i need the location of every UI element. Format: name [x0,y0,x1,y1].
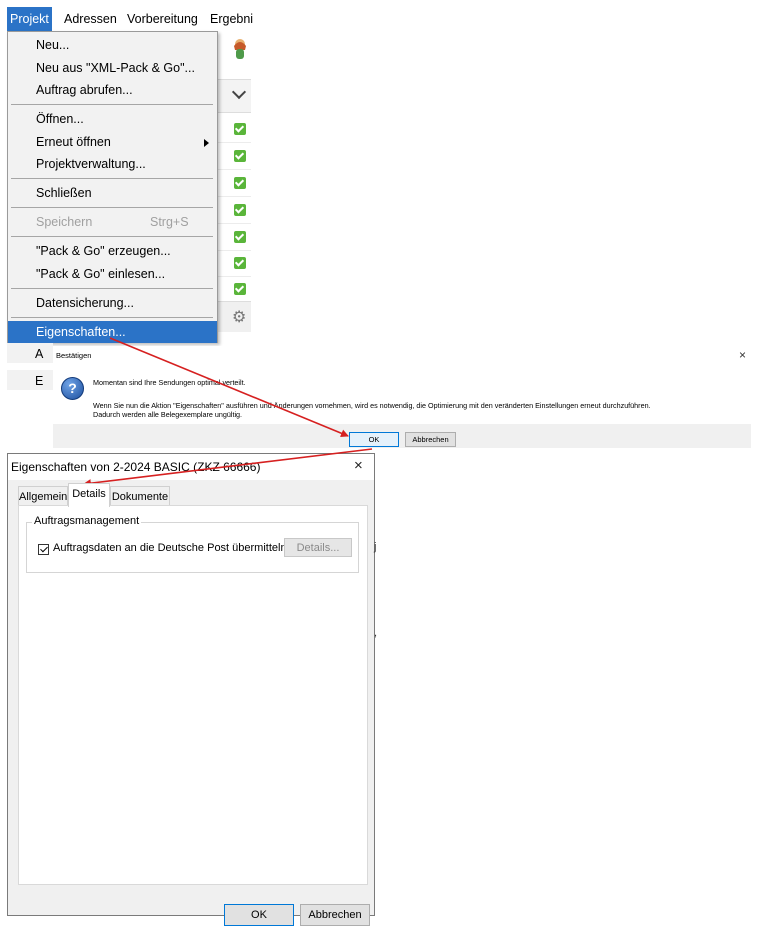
menu-vorbereitung[interactable]: Vorbereitung [124,7,201,31]
list-item [218,170,251,197]
group-label: Auftragsmanagement [32,515,142,527]
menu-item-pack-go-einlesen[interactable]: "Pack & Go" einlesen... [8,263,217,285]
tab-panel-details: Auftragsmanagement Auftragsdaten an die … [18,505,368,885]
checkmark-icon [234,231,246,243]
menu-separator [11,288,213,289]
checkmark-icon [234,204,246,216]
dialog-titlebar: Bestätigen × [53,346,751,366]
menu-separator [11,236,213,237]
menu-item-auftrag-abrufen[interactable]: Auftrag abrufen... [8,79,217,101]
menu-item-label: Speichern [36,215,93,229]
menu-ergebnisse[interactable]: Ergebni [207,7,256,31]
dialog-message: Wenn Sie nun die Aktion "Eigenschaften" … [93,401,651,410]
list-item [218,250,251,277]
checkmark-icon [234,257,246,269]
tab-details[interactable]: Details [68,483,110,507]
list-item [218,143,251,170]
menu-adressen[interactable]: Adressen [61,7,120,31]
checkmark-icon [234,150,246,162]
menu-item-pack-go-erzeugen[interactable]: "Pack & Go" erzeugen... [8,240,217,262]
dialog-titlebar: Eigenschaften von 2-2024 BASIC (ZKZ 6666… [8,454,374,480]
properties-dialog: Eigenschaften von 2-2024 BASIC (ZKZ 6666… [7,453,375,926]
submenu-arrow-icon [204,139,209,147]
menu-item-partial[interactable]: E [7,370,53,390]
menu-item-eigenschaften[interactable]: Eigenschaften... [8,321,217,343]
menu-separator [11,178,213,179]
menu-separator [11,104,213,105]
menu-item-projektverwaltung[interactable]: Projektverwaltung... [8,153,217,175]
dialog-message: Momentan sind Ihre Sendungen optimal ver… [93,378,246,387]
dialog-title: Eigenschaften von 2-2024 BASIC (ZKZ 6666… [11,460,261,474]
dialog-body: ? Momentan sind Ihre Sendungen optimal v… [53,366,751,424]
close-icon[interactable]: × [354,457,363,474]
gear-icon[interactable]: ⚙ [232,307,246,327]
menu-separator [11,317,213,318]
background-app-strip: ⚙ [218,31,251,343]
list-item [218,276,251,303]
checkbox-label[interactable]: Auftragsdaten an die Deutsche Post überm… [53,542,287,554]
list-header [218,79,251,113]
tab-allgemein[interactable]: Allgemein [18,486,68,506]
menu-item-datensicherung[interactable]: Datensicherung... [8,292,217,314]
close-icon[interactable]: × [739,348,746,362]
menu-item-speichern[interactable]: Speichern Strg+S [8,211,217,233]
cancel-button[interactable]: Abbrechen [405,432,456,447]
menu-item-partial[interactable]: A [7,343,53,363]
cancel-button[interactable]: Abbrechen [300,904,370,926]
ok-button[interactable]: OK [224,904,294,926]
menu-separator [11,207,213,208]
menu-item-neu[interactable]: Neu... [8,34,217,56]
groupbox-auftragsmanagement: Auftragsmanagement Auftragsdaten an die … [26,515,359,573]
menu-item-oeffnen[interactable]: Öffnen... [8,108,217,130]
list-item [218,116,251,143]
dialog-message: Dadurch werden alle Belegexemplare ungül… [93,410,243,419]
checkmark-icon [234,123,246,135]
tab-dokumente[interactable]: Dokumente [110,486,170,506]
menu-projekt[interactable]: Projekt [7,7,52,31]
checkmark-icon [234,177,246,189]
details-button[interactable]: Details... [284,538,352,557]
auftragsdaten-checkbox[interactable] [38,544,49,555]
menu-item-erneut-oeffnen[interactable]: Erneut öffnen [8,131,217,153]
list-item [218,224,251,251]
mascot-icon [234,39,246,59]
checkmark-icon [234,283,246,295]
question-icon: ? [61,377,84,400]
menu-item-neu-aus-xml[interactable]: Neu aus "XML-Pack & Go"... [8,57,217,79]
background-artifact: j [374,541,377,553]
projekt-dropdown-menu: Neu... Neu aus "XML-Pack & Go"... Auftra… [7,31,218,343]
list-item [218,197,251,224]
menu-item-label: Erneut öffnen [36,135,111,149]
menu-item-shortcut: Strg+S [150,215,189,229]
ok-button[interactable]: OK [349,432,399,447]
background-artifact: , [374,627,378,639]
menu-item-schliessen[interactable]: Schließen [8,182,217,204]
menubar: Projekt Adressen Vorbereitung Ergebni [7,7,253,31]
confirm-dialog: Bestätigen × ? Momentan sind Ihre Sendun… [53,346,751,448]
dialog-title: Bestätigen [56,351,92,360]
